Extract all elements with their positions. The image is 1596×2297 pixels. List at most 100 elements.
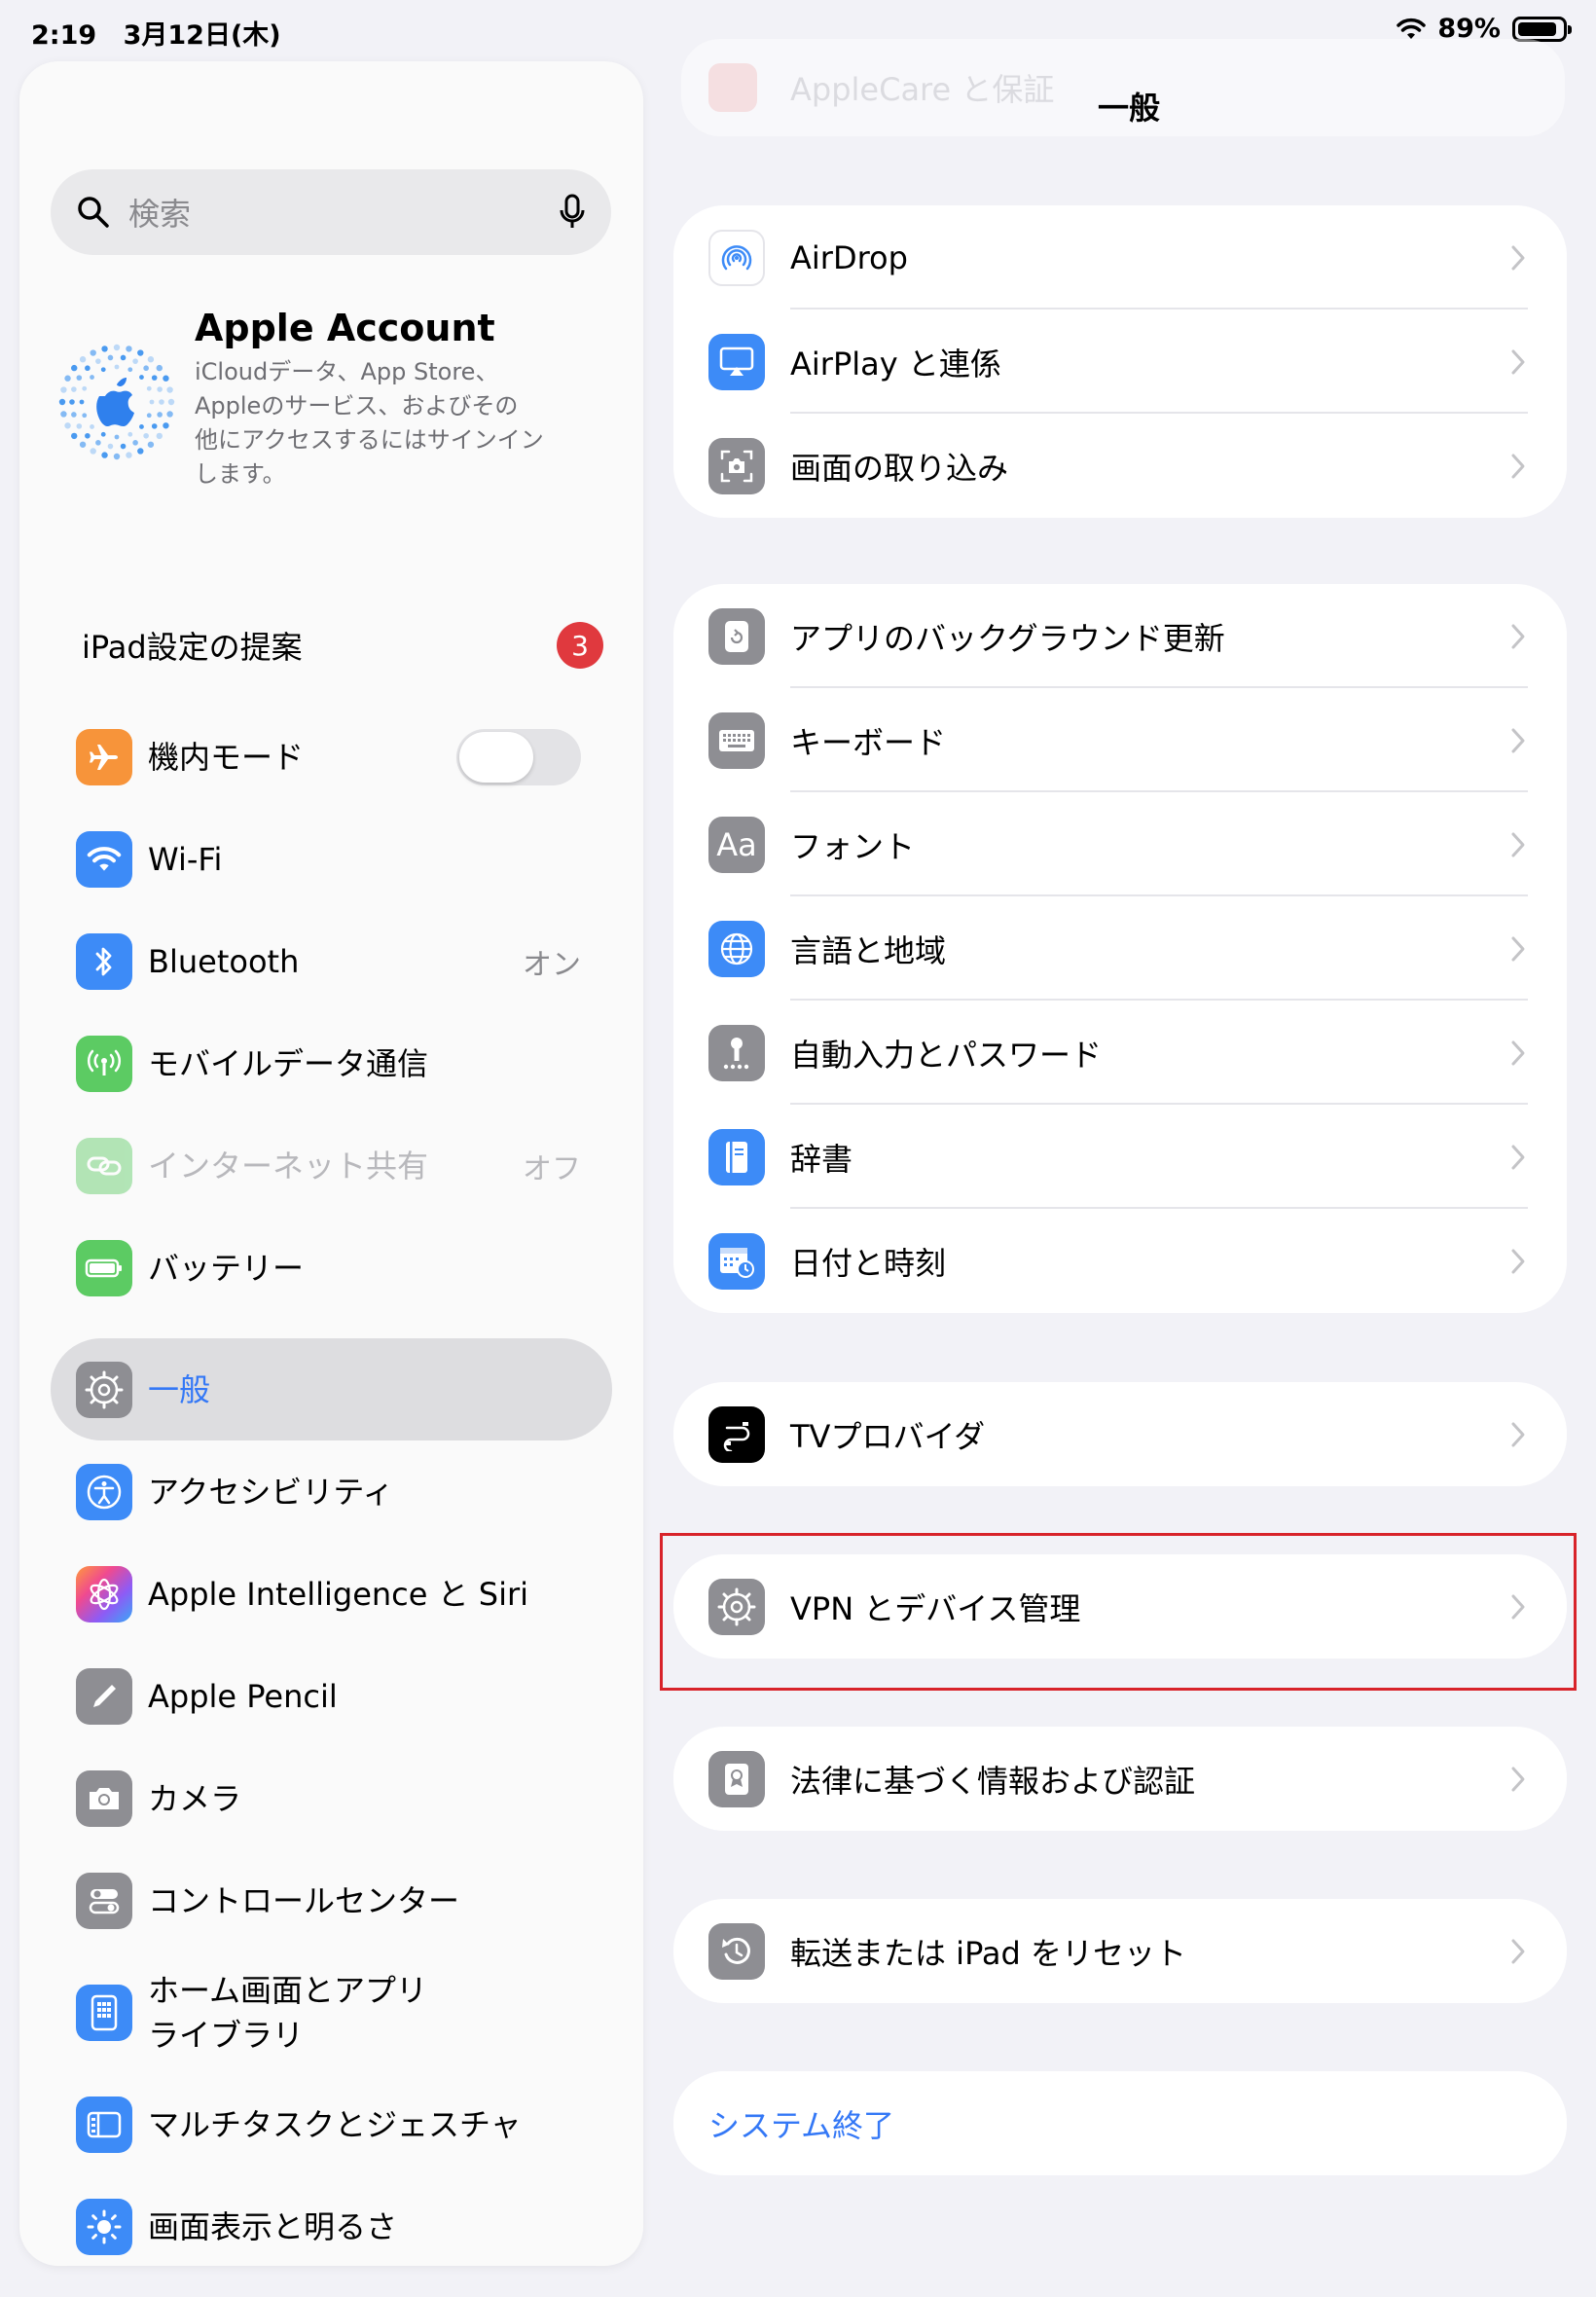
apple-icon bbox=[708, 63, 757, 112]
chevron-right-icon bbox=[1511, 728, 1525, 752]
account-subtitle-line: Appleのサービス、およびその bbox=[195, 392, 519, 419]
cellular-antenna-icon bbox=[76, 1035, 132, 1092]
row-tv-provider[interactable]: TVプロバイダ bbox=[673, 1382, 1567, 1486]
sidebar-item-label: マルチタスクとジェスチャ bbox=[148, 2105, 522, 2143]
sidebar-item-label: 機内モード bbox=[148, 738, 305, 776]
settings-group-shutdown: システム終了 bbox=[673, 2071, 1567, 2175]
control-center-icon bbox=[76, 1872, 132, 1929]
account-title: Apple Account bbox=[195, 307, 495, 349]
row-legal-regulatory[interactable]: 法律に基づく情報および認証 bbox=[673, 1727, 1567, 1831]
sidebar-item-label: Apple Pencil bbox=[148, 1677, 338, 1715]
account-subtitle: iCloudデータ、App Store、 Appleのサービス、およびその 他に… bbox=[195, 355, 584, 492]
apple-account[interactable]: Apple Account iCloudデータ、App Store、 Apple… bbox=[56, 305, 611, 558]
sidebar-item-accessibility[interactable]: アクセシビリティ bbox=[19, 1440, 643, 1543]
airplane-icon bbox=[76, 728, 132, 785]
chevron-right-icon bbox=[1511, 1249, 1525, 1273]
search-field[interactable]: 検索 bbox=[51, 169, 611, 255]
sidebar-item-wifi[interactable]: Wi-Fi bbox=[19, 808, 643, 910]
chevron-right-icon bbox=[1511, 1145, 1525, 1169]
chevron-right-icon bbox=[1511, 1767, 1525, 1791]
row-screen-capture[interactable]: 画面の取り込み bbox=[673, 414, 1567, 518]
sidebar-item-label: Bluetooth bbox=[148, 942, 300, 980]
row-date-time[interactable]: 日付と時刻 bbox=[673, 1209, 1567, 1313]
legal-icon bbox=[708, 1750, 765, 1807]
sidebar-item-label: 一般 bbox=[148, 1370, 211, 1408]
sidebar-item-label: カメラ bbox=[148, 1779, 242, 1817]
home-screen-icon bbox=[76, 1984, 132, 2041]
airplay-icon bbox=[708, 333, 765, 390]
sidebar-item-label: インターネット共有 bbox=[148, 1147, 429, 1185]
ghost-row-label: AppleCare と保証 bbox=[790, 71, 1055, 108]
sidebar-item-label: モバイルデータ通信 bbox=[148, 1044, 429, 1082]
sidebar-item-battery[interactable]: バッテリー bbox=[19, 1217, 643, 1319]
row-label: AirDrop bbox=[790, 238, 908, 276]
apple-account-avatar-icon bbox=[58, 344, 175, 460]
sidebar-settings-list: 機内モード Wi-Fi Bluetooth オン モバイルデータ通信 インターネ… bbox=[19, 706, 643, 2266]
row-label: 辞書 bbox=[790, 1140, 853, 1178]
sidebar-item-airplane-mode[interactable]: 機内モード bbox=[19, 706, 643, 808]
label-line: ライブラリ bbox=[148, 2016, 305, 2054]
battery-icon bbox=[1512, 16, 1572, 42]
sidebar-item-general[interactable]: 一般 bbox=[19, 1338, 643, 1440]
label-line: ホーム画面とアプリ bbox=[148, 1971, 428, 2009]
pencil-icon bbox=[76, 1667, 132, 1725]
chevron-right-icon bbox=[1511, 936, 1525, 961]
account-subtitle-line: iCloudデータ、App Store、 bbox=[195, 358, 499, 385]
row-label: 転送または iPad をリセット bbox=[790, 1934, 1187, 1972]
chevron-right-icon bbox=[1511, 349, 1525, 374]
chevron-right-icon bbox=[1511, 245, 1525, 270]
shutdown-button[interactable]: システム終了 bbox=[673, 2071, 1567, 2175]
account-subtitle-line: 他にアクセスするにはサインイン bbox=[195, 426, 544, 454]
hotspot-status: オフ bbox=[523, 1151, 581, 1186]
background-refresh-icon bbox=[708, 607, 765, 665]
chevron-right-icon bbox=[1511, 624, 1525, 648]
search-icon bbox=[78, 197, 109, 228]
microphone-icon[interactable] bbox=[559, 194, 586, 231]
sidebar-item-display-brightness[interactable]: 画面表示と明るさ bbox=[19, 2175, 643, 2266]
row-airplay[interactable]: AirPlay と連係 bbox=[673, 310, 1567, 414]
sidebar-item-bluetooth[interactable]: Bluetooth オン bbox=[19, 910, 643, 1012]
sidebar-item-apple-pencil[interactable]: Apple Pencil bbox=[19, 1645, 643, 1747]
chevron-right-icon bbox=[1511, 832, 1525, 857]
sidebar-item-home-screen[interactable]: ホーム画面とアプリ ライブラリ bbox=[19, 1951, 643, 2073]
row-airdrop[interactable]: AirDrop bbox=[673, 205, 1567, 310]
sidebar-item-label: 画面表示と明るさ bbox=[148, 2207, 398, 2245]
sidebar-item-personal-hotspot[interactable]: インターネット共有 オフ bbox=[19, 1114, 643, 1217]
row-label: アプリのバックグラウンド更新 bbox=[790, 619, 1225, 657]
settings-group-legal: 法律に基づく情報および認証 bbox=[673, 1727, 1567, 1831]
row-fonts[interactable]: Aa フォント bbox=[673, 792, 1567, 896]
row-autofill-passwords[interactable]: 自動入力とパスワード bbox=[673, 1001, 1567, 1105]
row-language-region[interactable]: 言語と地域 bbox=[673, 896, 1567, 1001]
multitasking-icon bbox=[76, 2096, 132, 2153]
chevron-right-icon bbox=[1511, 1422, 1525, 1446]
time-text: 2:19 bbox=[31, 20, 97, 51]
ipad-suggestions-row[interactable]: iPad設定の提案 3 bbox=[82, 618, 603, 673]
row-transfer-reset[interactable]: 転送または iPad をリセット bbox=[673, 1899, 1567, 2003]
sidebar-item-camera[interactable]: カメラ bbox=[19, 1747, 643, 1849]
apple-intelligence-icon bbox=[76, 1565, 132, 1622]
sidebar-item-apple-intelligence-siri[interactable]: Apple Intelligence と Siri bbox=[19, 1543, 643, 1645]
row-keyboard[interactable]: キーボード bbox=[673, 688, 1567, 792]
settings-group-tv-provider: TVプロバイダ bbox=[673, 1382, 1567, 1486]
sidebar-item-multitasking[interactable]: マルチタスクとジェスチャ bbox=[19, 2073, 643, 2175]
dictionary-icon bbox=[708, 1128, 765, 1185]
row-dictionary[interactable]: 辞書 bbox=[673, 1105, 1567, 1209]
sidebar-item-label: アクセシビリティ bbox=[148, 1473, 394, 1511]
airdrop-icon bbox=[708, 229, 765, 286]
row-label: フォント bbox=[790, 827, 916, 865]
row-label: 法律に基づく情報および認証 bbox=[790, 1762, 1196, 1800]
row-label: 日付と時刻 bbox=[790, 1244, 947, 1282]
hotspot-link-icon bbox=[76, 1137, 132, 1194]
airplane-mode-toggle[interactable] bbox=[456, 728, 581, 785]
gear-icon bbox=[76, 1361, 132, 1418]
sidebar-item-mobile-data[interactable]: モバイルデータ通信 bbox=[19, 1012, 643, 1114]
row-background-refresh[interactable]: アプリのバックグラウンド更新 bbox=[673, 584, 1567, 688]
chevron-right-icon bbox=[1511, 454, 1525, 478]
page-title: 一般 bbox=[1097, 90, 1160, 127]
row-label: AirPlay と連係 bbox=[790, 345, 1001, 383]
keyboard-icon bbox=[708, 711, 765, 769]
settings-group-system: アプリのバックグラウンド更新 キーボード Aa フォント 言語と地域 自動入力と… bbox=[673, 584, 1567, 1313]
calendar-clock-icon bbox=[708, 1232, 765, 1290]
wifi-icon bbox=[76, 830, 132, 888]
sidebar-item-control-center[interactable]: コントロールセンター bbox=[19, 1849, 643, 1951]
